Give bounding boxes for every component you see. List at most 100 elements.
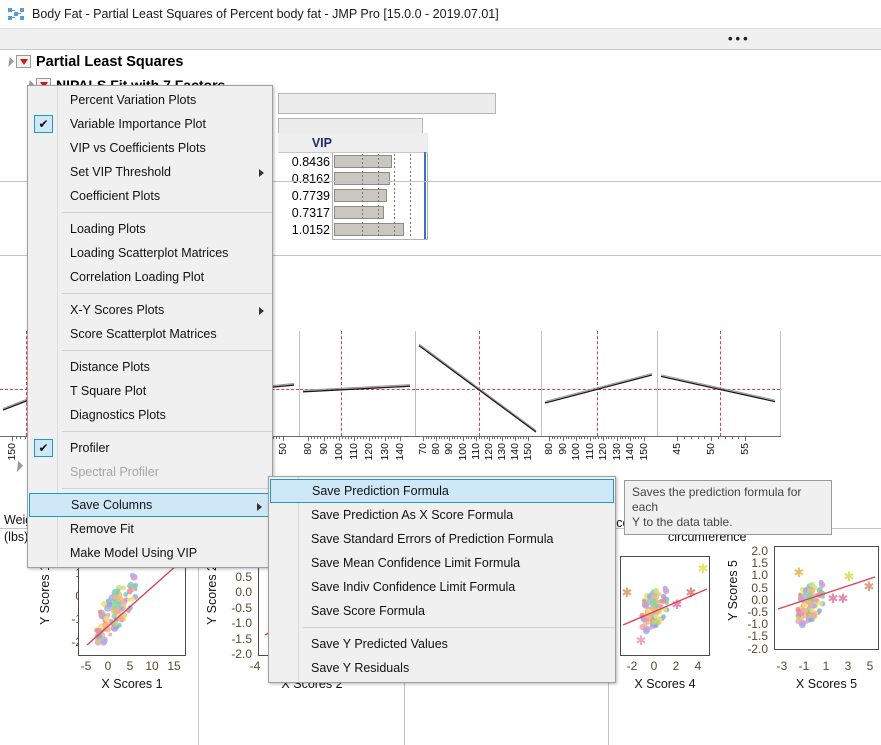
- scatter-xtick-label: 10: [140, 659, 164, 673]
- profiler-cell-abdomen[interactable]: [416, 331, 542, 436]
- vip-row: 0.8162: [278, 170, 428, 187]
- scatter-point: [660, 598, 666, 604]
- scatter-point: [112, 594, 118, 600]
- scatter-ytick-label: -1: [48, 612, 82, 626]
- axis-minor-tick: [497, 436, 498, 439]
- vip-row: 0.7739: [278, 187, 428, 204]
- vip-gridline: [378, 154, 379, 169]
- menu-item-correlation-loading-plot[interactable]: Correlation Loading Plot: [28, 265, 272, 289]
- axis-minor-tick: [276, 436, 277, 439]
- menu-item-loading-scatterplot-matrices[interactable]: Loading Scatterplot Matrices: [28, 241, 272, 265]
- axis-minor-tick: [391, 436, 392, 439]
- vip-gridline: [362, 188, 363, 203]
- context-menu-nipals[interactable]: Percent Variation Plots ✔Variable Importa…: [27, 85, 273, 568]
- menu-separator: [62, 212, 272, 213]
- menu-item-label: Percent Variation Plots: [70, 93, 196, 107]
- axis-tick: [630, 436, 631, 441]
- menu-item-profiler[interactable]: ✔Profiler: [28, 436, 272, 460]
- ellipsis-icon[interactable]: •••: [728, 34, 751, 44]
- scatter-outlier-marker: ✱: [838, 591, 849, 606]
- axis-minor-tick: [718, 436, 719, 439]
- profiler-cell-chest[interactable]: [300, 331, 416, 436]
- axis-minor-tick: [598, 436, 599, 439]
- menu-item-make-model-using-vip[interactable]: Make Model Using VIP: [28, 541, 272, 565]
- axis-minor-tick: [381, 436, 382, 439]
- menu-item-vip-vs-coefficients-plots[interactable]: VIP vs Coefficients Plots: [28, 136, 272, 160]
- scatter-point: [130, 573, 135, 578]
- axis-minor-tick: [584, 436, 585, 439]
- menu-item-x-y-scores-plots[interactable]: X-Y Scores Plots: [28, 298, 272, 322]
- axis-minor-tick: [20, 436, 21, 439]
- axis-tick-label: 110: [349, 443, 359, 460]
- menu-item-set-vip-threshold[interactable]: Set VIP Threshold: [28, 160, 272, 184]
- axis-minor-tick: [614, 436, 615, 439]
- profiler-trace: [542, 331, 658, 436]
- menu-item-diagnostics-plots[interactable]: Diagnostics Plots: [28, 403, 272, 427]
- axis-tick: [644, 436, 645, 441]
- menu-item-save-standard-errors-of-prediction-formula[interactable]: Save Standard Errors of Prediction Formu…: [269, 527, 615, 551]
- scatter-point: [799, 622, 806, 629]
- scatter-xtick-label: -5: [74, 659, 98, 673]
- menu-item-loading-plots[interactable]: Loading Plots: [28, 217, 272, 241]
- scatter-ytick-label: -1.5: [218, 632, 252, 646]
- menu-item-save-mean-confidence-limit-formula[interactable]: Save Mean Confidence Limit Formula: [269, 551, 615, 575]
- menu-item-save-prediction-as-x-score-formula[interactable]: Save Prediction As X Score Formula: [269, 503, 615, 527]
- axis-tick: [603, 436, 604, 441]
- menu-item-save-y-residuals[interactable]: Save Y Residuals: [269, 656, 615, 680]
- axis-minor-tick: [638, 436, 639, 439]
- axis-minor-tick: [479, 436, 480, 439]
- menu-item-t-square-plot[interactable]: T Square Plot: [28, 379, 272, 403]
- outline-partial-least-squares[interactable]: Partial Least Squares: [0, 50, 881, 73]
- axis-minor-tick: [327, 436, 328, 439]
- red-triangle-menu-button-pls[interactable]: [16, 55, 31, 68]
- axis-minor-tick: [518, 436, 519, 439]
- submenu-save-columns[interactable]: Save Prediction Formula Save Prediction A…: [268, 476, 616, 683]
- disclosure-triangle-icon[interactable]: [4, 57, 14, 67]
- menu-item-save-indiv-confidence-limit-formula[interactable]: Save Indiv Confidence Limit Formula: [269, 575, 615, 599]
- menu-item-remove-fit[interactable]: Remove Fit: [28, 517, 272, 541]
- menu-item-distance-plots[interactable]: Distance Plots: [28, 355, 272, 379]
- menu-item-save-prediction-formula[interactable]: Save Prediction Formula: [270, 479, 614, 503]
- scatter-1-xlabel: X Scores 1: [78, 677, 186, 691]
- axis-tick-label: 140: [625, 443, 635, 461]
- axis-minor-tick: [452, 436, 453, 439]
- axis-minor-tick: [333, 436, 334, 439]
- axis-tick-label: 50: [706, 443, 716, 455]
- menu-item-save-columns[interactable]: Save Columns: [29, 493, 271, 517]
- menu-item-percent-variation-plots[interactable]: Percent Variation Plots: [28, 88, 272, 112]
- axis-tick-label: 90: [319, 443, 329, 455]
- axis-tick-label: 80: [431, 443, 441, 455]
- scatter-5-canvas: ✱✱✱✱✱: [775, 547, 878, 649]
- scatter-point: [647, 615, 652, 620]
- axis-minor-tick: [468, 436, 469, 439]
- axis-tick: [283, 436, 284, 441]
- axis-tick: [489, 436, 490, 441]
- axis-minor-tick: [581, 436, 582, 439]
- vip-gridline: [378, 171, 379, 186]
- menu-item-save-score-formula[interactable]: Save Score Formula: [269, 599, 615, 623]
- axis-minor-tick: [520, 436, 521, 439]
- profiler-cell-thigh[interactable]: [658, 331, 781, 436]
- axis-minor-tick: [471, 436, 472, 439]
- menu-item-score-scatterplot-matrices[interactable]: Score Scatterplot Matrices: [28, 322, 272, 346]
- axis-minor-tick: [439, 436, 440, 439]
- axis-tick: [515, 436, 516, 441]
- axis-tick: [400, 436, 401, 441]
- menu-item-coefficient-plots[interactable]: Coefficient Plots: [28, 184, 272, 208]
- menu-item-label: Save Prediction As X Score Formula: [311, 508, 513, 522]
- vip-gridline: [378, 205, 379, 220]
- scatter-ytick-label: 1: [48, 566, 82, 580]
- axis-minor-tick: [574, 436, 575, 439]
- menu-item-variable-importance-plot[interactable]: ✔Variable Importance Plot: [28, 112, 272, 136]
- axis-tick-label: 90: [444, 443, 454, 455]
- menu-item-save-y-predicted-values[interactable]: Save Y Predicted Values: [269, 632, 615, 656]
- axis-tick-label: 50: [278, 443, 288, 455]
- vip-column-header: VIP: [278, 136, 332, 150]
- profiler-cell-hip[interactable]: [542, 331, 658, 436]
- axis-minor-tick: [279, 436, 280, 439]
- axis-tick-label: 130: [380, 443, 390, 461]
- vip-gridline: [378, 188, 379, 203]
- vip-gridline: [410, 188, 411, 203]
- scatter-point: [795, 607, 800, 612]
- window-title: Body Fat - Partial Least Squares of Perc…: [32, 7, 499, 21]
